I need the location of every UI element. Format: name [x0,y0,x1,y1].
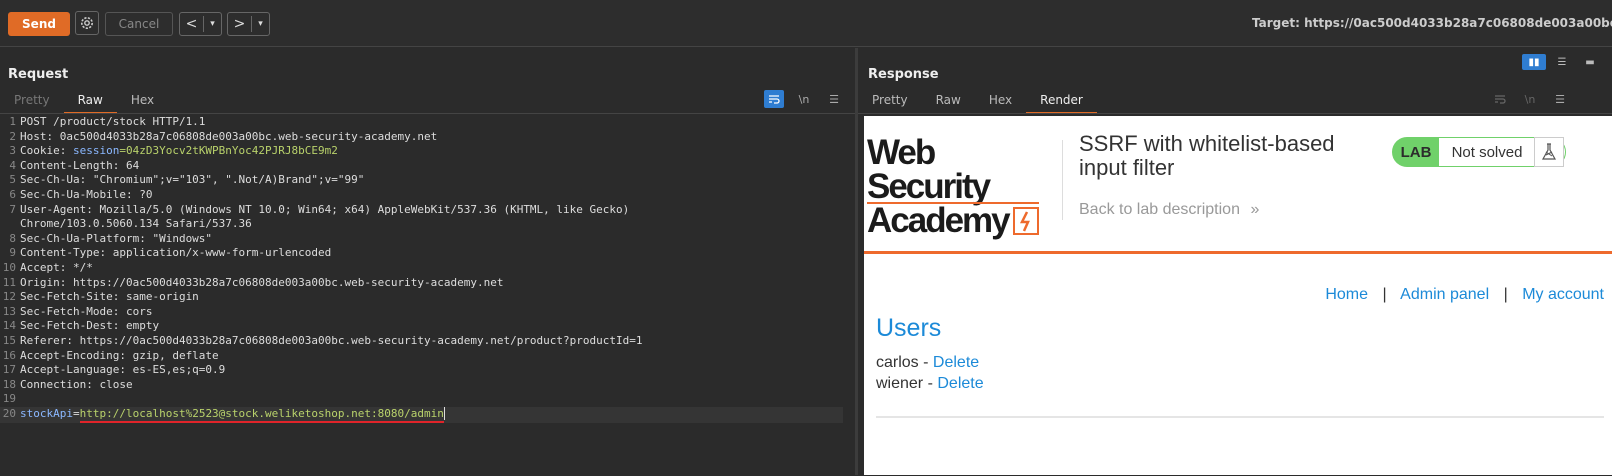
request-editor-tools: \n ☰ [764,90,844,108]
site-nav: Home | Admin panel | My account [1325,286,1604,304]
lab-label: LAB [1400,143,1432,161]
nav-separator: | [1503,286,1508,303]
code-line: Chrome/103.0.5060.134 Safari/537.36 [20,217,252,231]
layout-stacked-icon[interactable]: ☰ [1550,54,1574,70]
tab-render[interactable]: Render [1026,90,1097,114]
user-row: wiener - Delete [876,375,984,392]
tab-raw[interactable]: Raw [922,90,975,114]
delete-user-link[interactable]: Delete [933,354,979,371]
user-row: carlos - Delete [876,354,980,371]
layout-single-icon[interactable]: ▬ [1578,54,1602,70]
lab-header: Web Security Academy SSRF with whitelist… [864,116,1612,254]
header-divider [1062,140,1063,220]
wrap-icon[interactable] [764,90,784,108]
content-divider [876,416,1604,418]
request-editor[interactable]: 1 POST /product/stock HTTP/1.1 2 Host: 0ac… [0,115,855,476]
code-line: 8 Sec-Ch-Ua-Platform: "Windows" [9,231,213,245]
code-line: 2 Host: 0ac500d4033b28a7c06808de003a00bc.… [9,129,438,143]
lab-title: SSRF with whitelist-based input filter [1079,131,1335,180]
code-line: 7 User-Agent: Mozilla/5.0 (Windows NT 10.… [9,202,630,216]
request-pane: Request Pretty Raw Hex \n ☰ 1 POST /produ… [0,48,855,476]
cookie-value: =04zD3Yocv2tKWPBnYoc42PJRJ8bCE9m2 [119,144,338,158]
forward-button-group: > ▾ [227,12,270,36]
request-title: Request [8,67,69,82]
code-line: 5 Sec-Ch-Ua: "Chromium";v="103", ".Not/A)… [9,173,365,187]
cancel-button[interactable]: Cancel [105,12,173,36]
nav-my-account-link[interactable]: My account [1522,286,1604,303]
main-toolbar: Send Cancel < ▾ > ▾ Target: https://0ac5… [0,0,1612,47]
menu-icon[interactable]: ☰ [1550,90,1570,108]
param-value: http://localhost%2523@stock.weliketoshop… [79,407,444,424]
code-line: 13 Sec-Fetch-Mode: cors [2,304,153,318]
code-line: 4 Content-Length: 64 [9,158,140,172]
settings-button[interactable] [75,11,99,35]
back-history-dropdown[interactable]: ▾ [204,19,221,29]
request-tab-divider [0,113,855,114]
rendered-page: Web Security Academy SSRF with whitelist… [864,116,1612,475]
forward-history-dropdown[interactable]: ▾ [252,19,269,29]
response-editor-tools: \n ☰ [1490,90,1570,108]
user-name: carlos [876,354,919,371]
code-line: 19 [2,392,16,406]
text-cursor [443,406,445,420]
response-tabs: Pretty Raw Hex Render [858,90,1097,114]
response-pane: Response ▮▮ ☰ ▬ Pretty Raw Hex Render \n… [858,48,1612,475]
code-line: 14 Sec-Fetch-Dest: empty [2,319,160,333]
code-line: 11 Origin: https://0ac500d4033b28a7c06808… [2,275,504,289]
back-button-group: < ▾ [179,12,222,36]
delete-user-link[interactable]: Delete [937,375,983,392]
code-line: 6 Sec-Ch-Ua-Mobile: ?0 [9,187,153,201]
code-line-current: 20 stockApi = http://localhost%2523@stock.w… [0,406,843,424]
double-chevron-icon: » [1250,201,1260,218]
code-line: 12 Sec-Fetch-Site: same-origin [2,290,199,304]
nav-home-link[interactable]: Home [1325,286,1368,303]
tab-pretty[interactable]: Pretty [858,90,922,114]
code-line: 10 Accept: */* [2,260,93,274]
target-url[interactable]: Target: https://0ac500d4033b28a7c06808de… [1252,16,1612,30]
code-line: 17 Accept-Language: es-ES,es;q=0.9 [2,363,226,377]
wrap-icon [1490,90,1510,108]
lightning-icon [1012,207,1039,235]
response-title: Response [868,67,939,82]
code-line: 9 Content-Type: application/x-www-form-ur… [9,246,332,260]
tab-hex[interactable]: Hex [117,90,168,114]
back-to-lab-link[interactable]: Back to lab description » [1079,201,1259,219]
back-button[interactable]: < [180,16,204,32]
newline-icon[interactable]: \n [794,90,814,108]
menu-icon[interactable]: ☰ [824,90,844,108]
academy-logo: Web Security Academy [867,135,1057,238]
flask-icon [1534,137,1564,167]
code-line: 16 Accept-Encoding: gzip, deflate [2,348,219,362]
code-line: 1 POST /product/stock HTTP/1.1 [9,115,206,128]
code-line: 3 Cookie: session =04zD3Yocv2tKWPBnYoc42PJ… [9,144,338,158]
param-name: stockApi [20,406,73,420]
users-heading: Users [876,314,942,342]
code-line: 15 Referer: https://0ac500d4033b28a7c0680… [2,333,643,347]
nav-admin-panel-link[interactable]: Admin panel [1400,286,1489,303]
request-tabs: Pretty Raw Hex [0,90,168,114]
send-button[interactable]: Send [8,12,70,36]
user-name: wiener [876,375,924,392]
tab-hex[interactable]: Hex [975,90,1026,114]
nav-separator: | [1382,286,1387,303]
layout-side-by-side-icon[interactable]: ▮▮ [1522,54,1546,70]
layout-switcher: ▮▮ ☰ ▬ [1522,54,1602,70]
forward-button[interactable]: > [228,16,252,32]
tab-pretty[interactable]: Pretty [0,90,64,114]
gear-icon [81,17,93,29]
newline-icon: \n [1524,92,1536,106]
logo-underline [867,202,1039,204]
cookie-name: session [72,144,120,158]
tab-raw[interactable]: Raw [63,90,117,114]
response-tab-divider [858,113,1612,114]
code-line: 18 Connection: close [2,377,133,391]
